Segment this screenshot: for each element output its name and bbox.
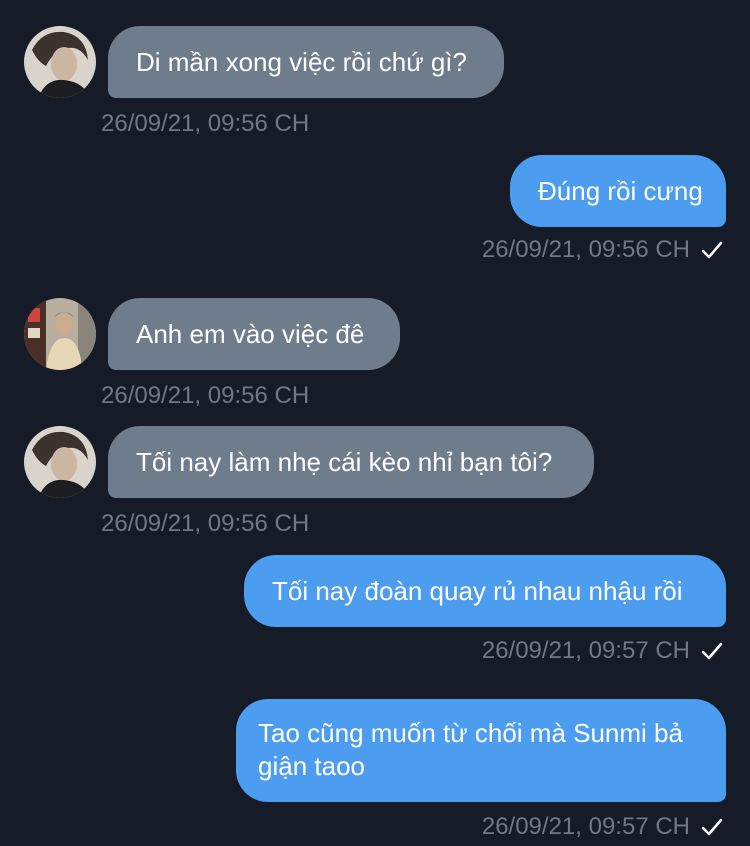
sender-avatar[interactable]: [24, 26, 96, 98]
message-timestamp: 26/09/21, 09:57 CH: [482, 637, 724, 665]
message-text: Tao cũng muốn từ chối mà Sunmi bả giận t…: [258, 718, 683, 781]
sender-avatar[interactable]: [24, 426, 96, 498]
message-timestamp: 26/09/21, 09:56 CH: [482, 236, 724, 264]
outgoing-message-bubble[interactable]: Tối nay đoàn quay rủ nhau nhậu rồi: [244, 555, 726, 627]
incoming-message-bubble[interactable]: Tối nay làm nhẹ cái kèo nhỉ bạn tôi?: [108, 426, 594, 498]
check-icon: [701, 818, 723, 836]
incoming-message-bubble[interactable]: Di mần xong việc rồi chứ gì?: [108, 26, 504, 98]
avatar-photo-icon: [24, 26, 96, 98]
message-text: Tối nay làm nhẹ cái kèo nhỉ bạn tôi?: [136, 446, 553, 477]
avatar-photo-icon: [24, 426, 96, 498]
message-text: Anh em vào việc đê: [136, 318, 365, 349]
chat-thread: Di mần xong việc rồi chứ gì? 26/09/21, 0…: [0, 0, 750, 846]
sender-avatar[interactable]: [24, 298, 96, 370]
avatar-photo-icon: [24, 298, 96, 370]
message-text: Đúng rồi cưng: [538, 175, 703, 206]
message-timestamp: 26/09/21, 09:56 CH: [101, 110, 310, 137]
incoming-message-bubble[interactable]: Anh em vào việc đê: [108, 298, 400, 370]
message-timestamp: 26/09/21, 09:56 CH: [101, 382, 310, 409]
outgoing-message-bubble[interactable]: Đúng rồi cưng: [510, 155, 726, 227]
message-text: Tối nay đoàn quay rủ nhau nhậu rồi: [272, 575, 683, 606]
message-text: Di mần xong việc rồi chứ gì?: [136, 46, 467, 77]
outgoing-message-bubble[interactable]: Tao cũng muốn từ chối mà Sunmi bả giận t…: [236, 699, 726, 802]
check-icon: [701, 642, 723, 660]
message-timestamp: 26/09/21, 09:56 CH: [101, 510, 310, 537]
check-icon: [701, 241, 723, 259]
message-timestamp: 26/09/21, 09:57 CH: [482, 813, 724, 841]
